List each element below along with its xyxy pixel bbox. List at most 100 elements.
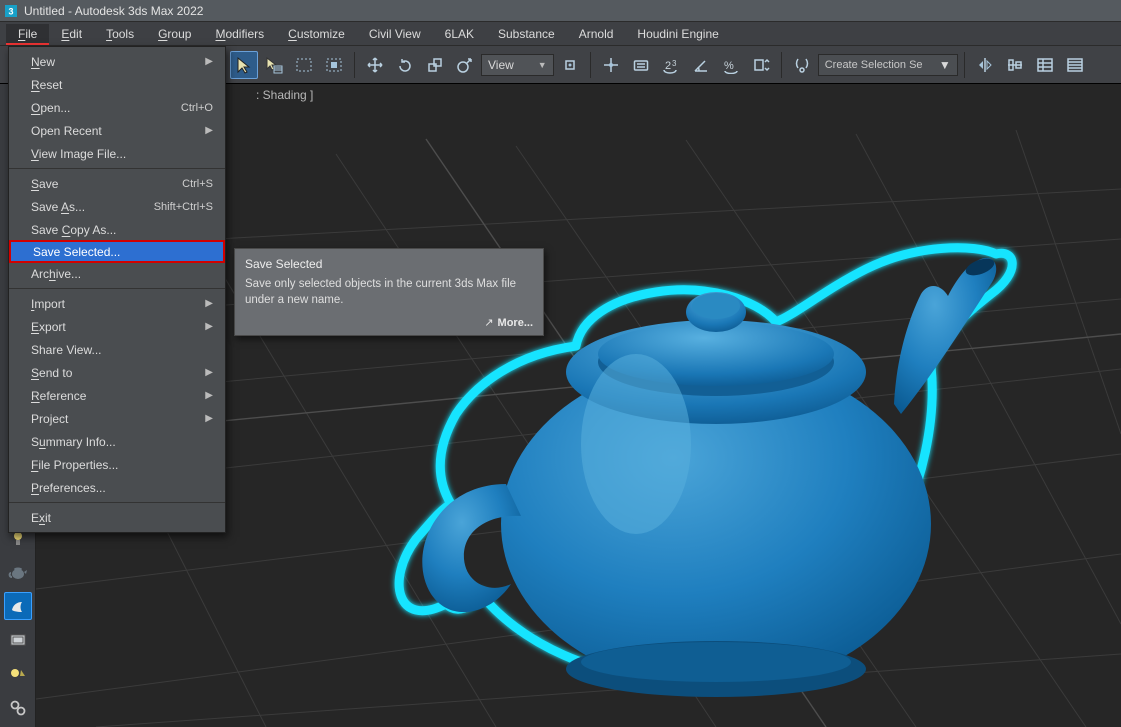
submenu-arrow-icon: ▶	[205, 367, 213, 378]
menu-item-label: Open...	[31, 101, 70, 115]
file-menu-save-selected[interactable]: Save Selected...	[9, 240, 225, 263]
svg-text:2: 2	[665, 60, 671, 72]
named-selection-sets-input[interactable]: Create Selection Se ▼	[818, 54, 958, 76]
toggle-layer-explorer[interactable]	[1061, 51, 1089, 79]
svg-text:%: %	[724, 60, 734, 72]
settings-gears-icon[interactable]	[4, 694, 32, 722]
file-menu-send-to[interactable]: Send to ▶	[9, 361, 225, 384]
file-menu-export[interactable]: Export ▶	[9, 315, 225, 338]
chevron-down-icon: ▼	[939, 58, 951, 72]
menu-tools[interactable]: Tools	[94, 24, 146, 44]
named-selection-placeholder: Create Selection Se	[825, 59, 923, 71]
submenu-arrow-icon: ▶	[205, 125, 213, 136]
edit-named-selection-sets[interactable]	[788, 51, 816, 79]
menu-customize[interactable]: Customize	[276, 24, 357, 44]
file-menu-share-view[interactable]: Share View...	[9, 338, 225, 361]
placement-tool[interactable]	[451, 51, 479, 79]
file-menu-new[interactable]: New ▶	[9, 50, 225, 73]
save-selected-tooltip: Save Selected Save only selected objects…	[234, 248, 544, 336]
submenu-arrow-icon: ▶	[205, 390, 213, 401]
menu-item-label: Import	[31, 297, 65, 311]
file-menu-project[interactable]: Project▶	[9, 407, 225, 430]
menu-item-label: Send to	[31, 366, 72, 380]
spinner-snap-toggle[interactable]	[747, 51, 775, 79]
menu-edit[interactable]: Edit	[49, 24, 94, 44]
safe-frames-icon[interactable]	[4, 626, 32, 654]
reference-coord-system-value: View	[488, 58, 514, 72]
window-crossing-toggle[interactable]	[320, 51, 348, 79]
menu-item-label: Save Selected...	[33, 245, 120, 259]
file-menu-reference[interactable]: Reference ▶	[9, 384, 225, 407]
menu-item-shortcut: Shift+Ctrl+S	[154, 201, 213, 213]
use-pivot-center[interactable]	[556, 51, 584, 79]
file-menu-import[interactable]: Import ▶	[9, 292, 225, 315]
menu-separator	[9, 502, 225, 503]
manipulate-tool[interactable]	[597, 51, 625, 79]
mirror-tool[interactable]	[971, 51, 999, 79]
menu-item-label: Summary Info...	[31, 435, 116, 449]
menu-item-label: Save Copy As...	[31, 223, 116, 237]
select-object-tool[interactable]	[230, 51, 258, 79]
toggle-scene-explorer[interactable]	[1031, 51, 1059, 79]
menu-arnold[interactable]: Arnold	[567, 24, 626, 44]
tooltip-body: Save only selected objects in the curren…	[245, 277, 533, 308]
file-menu-archive[interactable]: Archive...	[9, 262, 225, 285]
external-link-icon: ↗	[484, 316, 493, 329]
menu-item-label: File Properties...	[31, 458, 118, 472]
teapot-scene-icon[interactable]	[4, 558, 32, 586]
active-viewport-icon[interactable]	[4, 592, 32, 620]
file-menu-save-as[interactable]: Save As...Shift+Ctrl+S	[9, 195, 225, 218]
move-tool[interactable]	[361, 51, 389, 79]
reference-coord-system-dropdown[interactable]: View ▼	[481, 54, 554, 76]
select-by-name-tool[interactable]	[260, 51, 288, 79]
menu-group[interactable]: Group	[146, 24, 203, 44]
menu-houdini-engine[interactable]: Houdini Engine	[625, 24, 730, 44]
menubar: FileEditToolsGroupModifiersCustomizeCivi…	[0, 22, 1121, 46]
menu-item-label: Preferences...	[31, 481, 106, 495]
rotate-tool[interactable]	[391, 51, 419, 79]
tooltip-title: Save Selected	[245, 257, 533, 271]
file-menu-save[interactable]: SaveCtrl+S	[9, 172, 225, 195]
file-menu-file-properties[interactable]: File Properties...	[9, 453, 225, 476]
file-menu-open-recent[interactable]: Open Recent ▶	[9, 119, 225, 142]
submenu-arrow-icon: ▶	[205, 56, 213, 67]
scale-tool[interactable]	[421, 51, 449, 79]
menu-item-label: Project	[31, 412, 68, 426]
tooltip-more-link[interactable]: ↗More...	[245, 316, 533, 329]
file-menu-open[interactable]: Open... Ctrl+O	[9, 96, 225, 119]
titlebar: 3 Untitled - Autodesk 3ds Max 2022	[0, 0, 1121, 22]
svg-text:3: 3	[672, 59, 677, 68]
menu-item-label: New	[31, 55, 55, 69]
toolbar-separator	[781, 52, 782, 78]
snap-toggle[interactable]: 23	[657, 51, 685, 79]
menu-item-shortcut: Ctrl+S	[182, 178, 213, 190]
menu-substance[interactable]: Substance	[486, 24, 567, 44]
menu-6lak[interactable]: 6LAK	[433, 24, 486, 44]
file-menu-exit[interactable]: Exit	[9, 506, 225, 529]
angle-snap-toggle[interactable]	[687, 51, 715, 79]
file-menu-reset[interactable]: Reset	[9, 73, 225, 96]
menu-file[interactable]: File	[6, 24, 49, 44]
chevron-down-icon: ▼	[538, 60, 547, 70]
menu-modifiers[interactable]: Modifiers	[203, 24, 276, 44]
menu-item-label: Share View...	[31, 343, 102, 357]
menu-item-label: Reference	[31, 389, 86, 403]
align-tool[interactable]	[1001, 51, 1029, 79]
menu-item-shortcut: Ctrl+O	[181, 102, 213, 114]
menu-item-label: Export	[31, 320, 66, 334]
percent-snap-toggle[interactable]: %	[717, 51, 745, 79]
menu-item-label: View Image File...	[31, 147, 126, 161]
lights-toggle-icon[interactable]	[4, 660, 32, 688]
app-logo-icon: 3	[4, 4, 18, 18]
keyboard-shortcut-override[interactable]	[627, 51, 655, 79]
menu-item-label: Open Recent	[31, 124, 102, 138]
file-menu-save-copy-as[interactable]: Save Copy As...	[9, 218, 225, 241]
file-menu-view-image-file[interactable]: View Image File...	[9, 142, 225, 165]
file-menu-summary-info[interactable]: Summary Info...	[9, 430, 225, 453]
menu-civil-view[interactable]: Civil View	[357, 24, 433, 44]
svg-text:3: 3	[8, 6, 13, 16]
rectangular-selection-region[interactable]	[290, 51, 318, 79]
file-menu-preferences[interactable]: Preferences...	[9, 476, 225, 499]
submenu-arrow-icon: ▶	[205, 321, 213, 332]
submenu-arrow-icon: ▶	[205, 298, 213, 309]
